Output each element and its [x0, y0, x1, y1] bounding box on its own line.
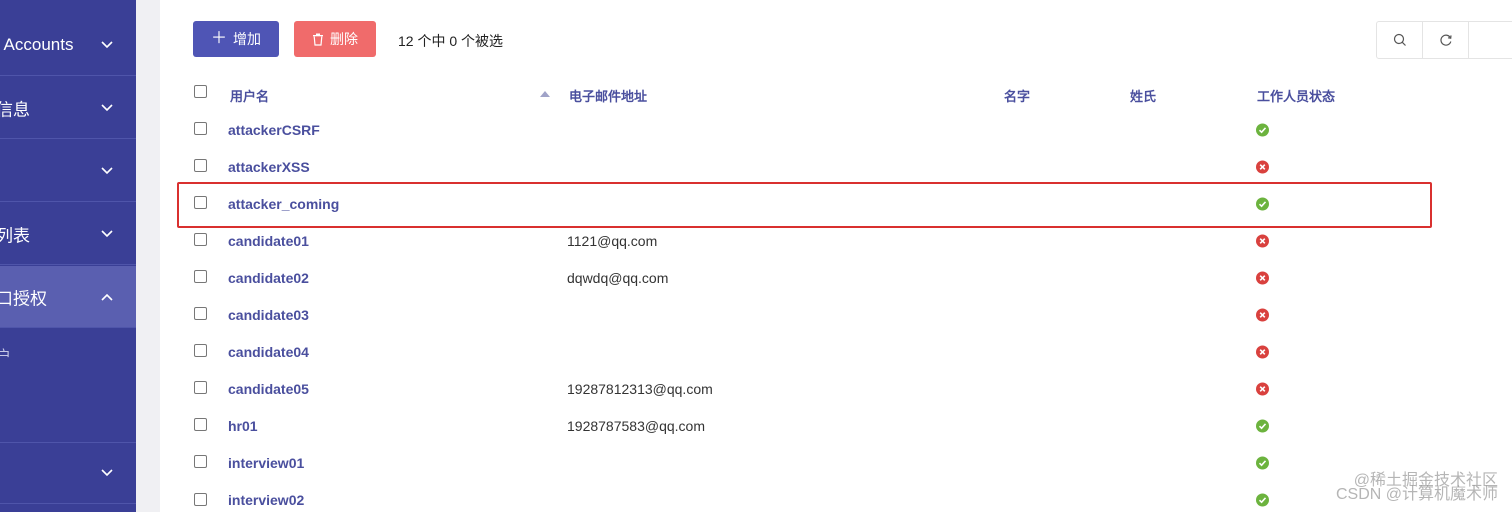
table-row: candidate03 [160, 296, 1512, 333]
table-row: interview01 [160, 444, 1512, 481]
username-link[interactable]: attackerXSS [228, 159, 310, 175]
watermark: @稀土掘金技术社区 CSDN @计算机魔术师 [1335, 473, 1498, 503]
cross-circle-icon [1256, 271, 1269, 285]
row-checkbox[interactable] [194, 122, 207, 135]
chevron-down-icon [101, 229, 113, 237]
search-icon [1393, 33, 1406, 46]
row-checkbox[interactable] [194, 270, 207, 284]
delete-button[interactable]: 删除 [294, 21, 376, 57]
username-link[interactable]: candidate04 [228, 344, 309, 360]
sidebar: l Accounts 信息 列表 口授权 户 [0, 0, 136, 512]
add-button-label: 增加 [233, 31, 261, 47]
chevron-down-icon [101, 166, 113, 174]
search-button[interactable] [1377, 22, 1424, 58]
cross-circle-icon [1256, 382, 1269, 396]
sidebar-item-auth[interactable]: 口授权 [0, 266, 136, 328]
selection-count: 12 个中 0 个被选 [398, 33, 504, 49]
plus-icon: ＋ [210, 30, 227, 47]
row-checkbox[interactable] [194, 418, 207, 432]
column-header-email[interactable]: 电子邮件地址 [569, 86, 647, 105]
table-row: hr01 1928787583@qq.com [160, 407, 1512, 444]
refresh-button[interactable] [1423, 22, 1470, 58]
sidebar-item-accounts[interactable]: l Accounts [0, 14, 136, 76]
table-tools [1376, 21, 1512, 59]
check-circle-icon [1256, 493, 1269, 507]
username-link[interactable]: interview01 [228, 455, 304, 471]
username-link[interactable]: candidate02 [228, 270, 309, 286]
table-row: interview02 [160, 482, 1512, 512]
column-header-first-name[interactable]: 名字 [1004, 86, 1030, 105]
cross-circle-icon [1256, 345, 1269, 359]
row-checkbox[interactable] [194, 344, 207, 358]
sidebar-item-list[interactable]: 列表 [0, 203, 136, 265]
refresh-icon [1439, 34, 1452, 46]
column-header-username[interactable]: 用户名 [230, 86, 269, 105]
chevron-down-icon [101, 103, 113, 111]
email-cell: 1121@qq.com [567, 232, 658, 249]
sidebar-item-info[interactable]: 信息 [0, 77, 136, 139]
content-gutter [136, 0, 160, 512]
main-content: ＋ 增加 删除 12 个中 0 个被选 用户名 电子邮件地址 名字 姓氏 工作人… [160, 0, 1512, 512]
sidebar-item-6[interactable] [0, 442, 136, 504]
check-circle-icon [1256, 419, 1269, 433]
check-circle-icon [1256, 456, 1269, 470]
row-checkbox[interactable] [194, 159, 207, 173]
cross-circle-icon [1256, 308, 1269, 322]
username-link[interactable]: candidate01 [228, 233, 309, 249]
check-circle-icon [1256, 123, 1269, 136]
chevron-up-icon [101, 293, 113, 301]
sort-ascending-icon[interactable] [540, 91, 550, 97]
highlight-annotation [177, 182, 1432, 228]
sidebar-item-3[interactable] [0, 140, 136, 202]
delete-button-label: 删除 [330, 31, 358, 47]
cross-circle-icon [1256, 160, 1269, 174]
row-checkbox[interactable] [194, 492, 207, 506]
row-checkbox[interactable] [194, 381, 207, 395]
sidebar-item-label: l Accounts [0, 34, 74, 54]
table-row: candidate02 dqwdq@qq.com [160, 259, 1512, 296]
chevron-down-icon [101, 40, 113, 48]
row-checkbox[interactable] [194, 307, 207, 321]
trash-icon [313, 33, 323, 46]
sidebar-subitem-users[interactable]: 户 [0, 345, 11, 366]
email-cell: 19287812313@qq.com [567, 380, 713, 397]
email-cell: 1928787583@qq.com [567, 417, 705, 434]
row-checkbox[interactable] [194, 455, 207, 469]
email-cell: dqwdq@qq.com [567, 269, 669, 286]
table-row: attackerXSS [160, 148, 1512, 185]
username-link[interactable]: interview02 [228, 492, 304, 508]
cross-circle-icon [1256, 234, 1269, 248]
sidebar-item-label: 口授权 [0, 289, 47, 308]
sidebar-item-label: 列表 [0, 226, 30, 245]
sidebar-item-label: 信息 [0, 100, 30, 119]
row-checkbox[interactable] [194, 233, 207, 247]
table-row: candidate05 19287812313@qq.com [160, 370, 1512, 407]
username-link[interactable]: candidate03 [228, 307, 309, 323]
more-tool-button[interactable] [1469, 22, 1512, 58]
watermark-line-2: CSDN @计算机魔术师 [1335, 486, 1498, 503]
select-all-checkbox[interactable] [194, 85, 207, 98]
column-header-last-name[interactable]: 姓氏 [1130, 86, 1156, 105]
add-button[interactable]: ＋ 增加 [193, 21, 279, 57]
column-header-staff-status[interactable]: 工作人员状态 [1257, 86, 1335, 105]
username-link[interactable]: hr01 [228, 418, 258, 434]
chevron-down-icon [101, 469, 113, 477]
table-row: candidate04 [160, 333, 1512, 370]
username-link[interactable]: attackerCSRF [228, 122, 320, 138]
username-link[interactable]: candidate05 [228, 381, 309, 397]
table-row: attackerCSRF [160, 111, 1512, 148]
